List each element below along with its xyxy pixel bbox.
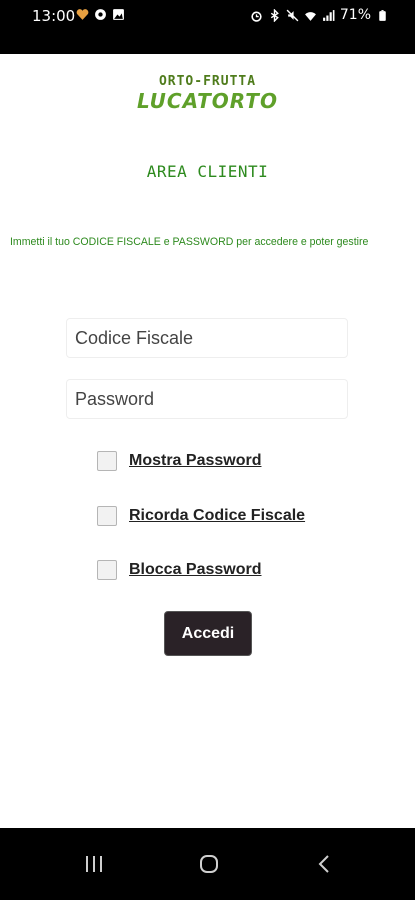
show-password-option[interactable]: Mostra Password [97,451,261,471]
home-icon[interactable] [199,854,219,874]
remember-codice-fiscale-label[interactable]: Ricorda Codice Fiscale [129,507,305,525]
login-screen: 13:00 71% ORTO-FRUTTA LUCATORTO AREA CLI… [0,0,415,900]
login-button[interactable]: Accedi [164,611,252,656]
show-password-checkbox[interactable] [97,451,117,471]
remember-codice-fiscale-checkbox[interactable] [97,506,117,526]
show-password-label[interactable]: Mostra Password [129,452,261,470]
image-icon [113,9,124,20]
back-icon[interactable] [317,854,331,874]
system-icons: 71% [250,7,389,23]
remember-codice-fiscale-option[interactable]: Ricorda Codice Fiscale [97,506,305,526]
battery-icon [379,9,386,21]
status-time: 13:00 [32,7,76,25]
circle-icon [95,9,106,20]
recent-apps-icon[interactable] [84,855,104,873]
codice-fiscale-input[interactable] [66,318,348,358]
lock-password-label[interactable]: Blocca Password [129,561,262,579]
signal-icon [322,9,335,21]
page-title: AREA CLIENTI [146,162,269,181]
password-input[interactable] [66,379,348,419]
mute-icon [286,9,299,21]
bluetooth-icon [270,8,279,22]
logo-title: LUCATORTO [137,89,278,113]
navigation-bar [0,828,415,900]
logo-subtitle: ORTO-FRUTTA [158,74,257,89]
lock-password-option[interactable]: Blocca Password [97,560,262,580]
instructions-text: Immetti il tuo CODICE FISCALE e PASSWORD… [10,236,369,248]
status-bar: 13:00 71% [0,0,415,54]
alarm-icon [251,10,262,22]
lock-password-checkbox[interactable] [97,560,117,580]
battery-percent: 71% [339,7,371,23]
wifi-icon [304,11,316,21]
heart-icon [76,9,89,20]
notification-icons [76,8,125,21]
logo: ORTO-FRUTTA LUCATORTO [0,74,415,112]
